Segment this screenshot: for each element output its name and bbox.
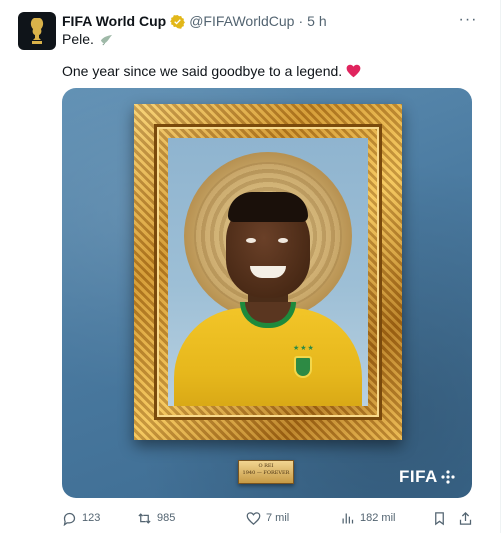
bookmark-button[interactable] bbox=[432, 510, 447, 526]
plaque-dates: 1940 — FOREVER bbox=[242, 470, 290, 476]
fifa-plus-icon bbox=[441, 470, 455, 484]
brazil-crest-icon bbox=[294, 356, 312, 378]
like-count: 7 mil bbox=[266, 512, 290, 524]
views-chart-icon bbox=[342, 513, 354, 523]
neck bbox=[248, 278, 288, 316]
fifa-logo: FIFA bbox=[399, 467, 455, 487]
ornate-gold-frame: ★★★ bbox=[134, 104, 402, 440]
dove-emoji-icon bbox=[100, 34, 112, 45]
reply-button[interactable]: 123 bbox=[62, 510, 100, 526]
head bbox=[226, 198, 310, 298]
world-cup-trophy-icon bbox=[30, 18, 44, 44]
left-eye bbox=[246, 238, 256, 243]
red-heart-emoji-icon bbox=[346, 64, 361, 78]
yellow-brazil-shirt bbox=[174, 308, 362, 406]
share-icon bbox=[459, 511, 472, 525]
tweet-text-line1: Pele. bbox=[62, 31, 113, 47]
tweet-header: FIFA World Cup @FIFAWorldCup · 5 h bbox=[62, 12, 480, 30]
tweet-text-line2: One year since we said goodbye to a lege… bbox=[62, 63, 361, 79]
name-plaque: O REI 1940 — FOREVER bbox=[238, 460, 294, 484]
views-count: 182 mil bbox=[360, 512, 396, 524]
like-button[interactable]: 7 mil bbox=[246, 510, 289, 526]
views-button[interactable]: 182 mil bbox=[340, 510, 395, 526]
more-options-icon[interactable]: ··· bbox=[458, 10, 478, 30]
fifa-wordmark: FIFA bbox=[399, 467, 438, 486]
repost-count: 985 bbox=[157, 512, 176, 524]
plaque-title: O REI bbox=[258, 463, 274, 469]
crest-stars: ★★★ bbox=[293, 345, 315, 352]
pele-portrait: ★★★ bbox=[168, 138, 368, 406]
tweet-media-image[interactable]: ★★★ O REI 1940 — FOREVER FIFA bbox=[62, 88, 472, 498]
golden-halo bbox=[184, 152, 352, 320]
reply-icon bbox=[63, 512, 76, 526]
timestamp[interactable]: 5 h bbox=[307, 13, 326, 29]
verified-badge-icon bbox=[170, 14, 186, 29]
avatar[interactable] bbox=[18, 12, 56, 50]
tweet-text-goodbye: One year since we said goodbye to a lege… bbox=[62, 63, 343, 79]
tweet-text-pele: Pele. bbox=[62, 31, 94, 47]
tweet-actions-bar: 123 985 7 mil 182 mil bbox=[62, 510, 474, 526]
heart-icon bbox=[246, 511, 261, 525]
repost-button[interactable]: 985 bbox=[137, 510, 175, 526]
smile bbox=[250, 266, 286, 278]
separator-dot: · bbox=[298, 13, 304, 29]
reply-count: 123 bbox=[82, 512, 101, 524]
bookmark-icon bbox=[435, 511, 444, 525]
author-handle[interactable]: @FIFAWorldCup bbox=[189, 13, 294, 29]
repost-icon bbox=[138, 512, 151, 524]
share-button[interactable] bbox=[458, 510, 473, 526]
tweet: FIFA World Cup @FIFAWorldCup · 5 h ··· P… bbox=[0, 0, 501, 533]
right-eye bbox=[278, 238, 288, 243]
green-collar bbox=[240, 302, 296, 328]
hair bbox=[228, 192, 308, 222]
author-name[interactable]: FIFA World Cup bbox=[62, 13, 166, 29]
